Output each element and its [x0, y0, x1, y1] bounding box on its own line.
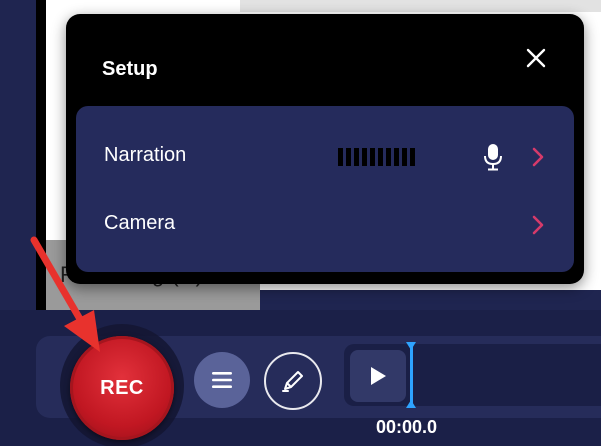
- menu-button[interactable]: [194, 352, 250, 408]
- narration-label: Narration: [104, 144, 187, 166]
- setup-dialog: Setup Narration Camera: [66, 14, 584, 284]
- setup-dialog-title: Setup: [102, 58, 158, 80]
- camera-label: Camera: [104, 212, 176, 234]
- audio-level-meter: [338, 148, 415, 166]
- chevron-right-icon[interactable]: [531, 146, 545, 168]
- hamburger-menu-icon: [212, 372, 232, 388]
- narration-row[interactable]: Narration: [76, 124, 574, 184]
- microphone-icon[interactable]: [481, 142, 505, 172]
- setup-options-panel: Narration Camera: [76, 106, 574, 272]
- draw-button[interactable]: [264, 352, 322, 410]
- background-canvas-header: [240, 0, 601, 12]
- play-button[interactable]: [350, 350, 406, 402]
- close-button[interactable]: [522, 44, 550, 72]
- timeline-playhead[interactable]: [406, 342, 416, 408]
- record-button[interactable]: REC: [70, 336, 174, 440]
- camera-row[interactable]: Camera: [76, 192, 574, 252]
- record-button-label: REC: [100, 376, 144, 399]
- timecode-display: 00:00.0: [376, 417, 438, 437]
- close-icon: [526, 48, 546, 68]
- chevron-right-icon[interactable]: [531, 214, 545, 236]
- pen-draw-icon: [282, 371, 303, 392]
- play-icon: [371, 367, 386, 385]
